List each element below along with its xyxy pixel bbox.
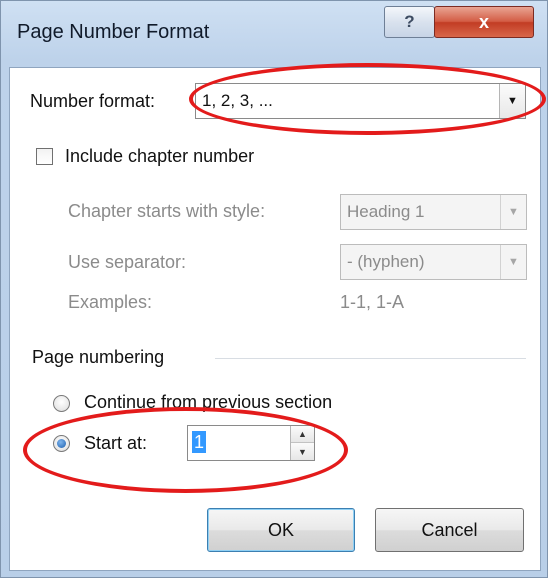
continue-label[interactable]: Continue from previous section [84, 392, 332, 413]
examples-label: Examples: [68, 292, 153, 312]
spin-down-icon[interactable]: ▼ [291, 443, 314, 460]
include-chapter-label[interactable]: Include chapter number [65, 146, 254, 167]
spinner-buttons: ▲ ▼ [290, 426, 314, 460]
dialog-title: Page Number Format [17, 21, 210, 43]
chapter-style-select[interactable]: Heading 1 ▼ [340, 194, 527, 230]
title-bar[interactable]: Page Number Format ? x [1, 1, 547, 67]
separator-select[interactable]: - (hyphen) ▼ [340, 244, 527, 280]
cancel-button[interactable]: Cancel [375, 508, 524, 552]
spin-up-icon[interactable]: ▲ [291, 426, 314, 443]
separator-value: - (hyphen) [347, 252, 425, 271]
group-divider [215, 358, 526, 359]
start-at-radio[interactable] [53, 435, 70, 452]
number-format-label: Number format: [30, 91, 156, 111]
chapter-style-label: Chapter starts with style: [68, 201, 266, 221]
close-icon: x [478, 11, 489, 32]
continue-radio[interactable] [53, 395, 70, 412]
number-format-select[interactable]: 1, 2, 3, ... ▼ [195, 83, 526, 119]
dialog-body: Number format: 1, 2, 3, ... ▼ Include ch… [9, 67, 541, 571]
chapter-style-value: Heading 1 [347, 202, 425, 221]
page-number-format-dialog: Page Number Format ? x Number format: 1,… [0, 0, 548, 578]
include-chapter-checkbox[interactable] [36, 148, 53, 165]
number-format-value: 1, 2, 3, ... [202, 91, 273, 110]
page-numbering-group-label: Page numbering [32, 347, 165, 367]
separator-label: Use separator: [68, 252, 187, 272]
examples-value: 1-1, 1-A [340, 292, 405, 312]
chevron-down-icon[interactable]: ▼ [500, 195, 526, 229]
help-button[interactable]: ? [384, 6, 435, 38]
start-at-label[interactable]: Start at: [84, 433, 147, 454]
chevron-down-icon[interactable]: ▼ [499, 84, 525, 118]
ok-button[interactable]: OK [207, 508, 355, 552]
start-at-spinner[interactable]: 1 ▲ ▼ [187, 425, 315, 461]
start-at-value[interactable]: 1 [192, 431, 207, 453]
close-button[interactable]: x [434, 6, 534, 38]
chevron-down-icon[interactable]: ▼ [500, 245, 526, 279]
